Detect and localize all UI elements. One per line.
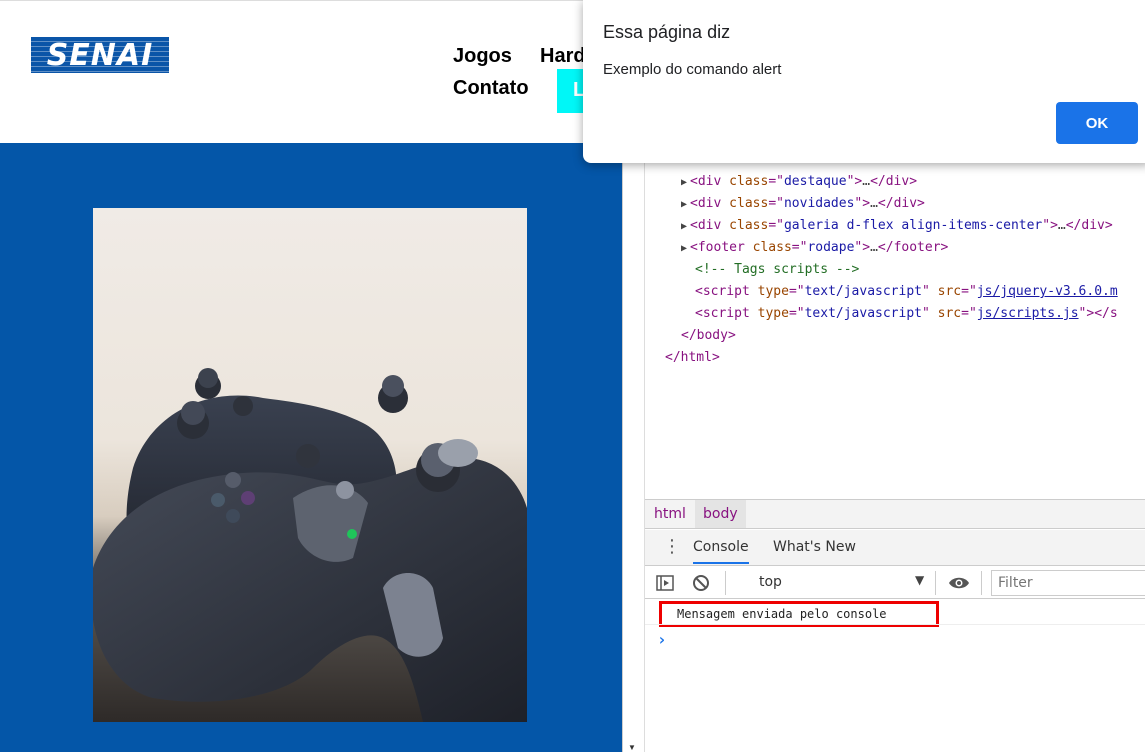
console-prompt-icon[interactable]: › (657, 630, 667, 649)
console-log: Mensagem enviada pelo console › (645, 600, 1145, 752)
nav-link-contato[interactable]: Contato (453, 77, 529, 100)
sidebar-toggle-icon[interactable] (655, 573, 675, 593)
dropdown-arrow-icon[interactable]: ▼ (915, 573, 924, 587)
alert-message: Exemplo do comando alert (603, 61, 782, 78)
tree-node-footer[interactable]: ▶ <footer class="rodape">…</footer> (681, 238, 948, 258)
tree-node-destaque[interactable]: ▶ <div class="destaque">…</div> (681, 172, 917, 192)
console-divider (645, 624, 1145, 625)
eye-icon[interactable] (948, 573, 969, 593)
hero-section (0, 143, 622, 752)
tree-close-html[interactable]: </html> (665, 348, 720, 368)
kebab-menu-icon[interactable]: ⋮ (663, 538, 681, 556)
toolbar-separator (981, 571, 982, 595)
breadcrumb: html body (645, 499, 1145, 529)
tree-comment[interactable]: <!-- Tags scripts --> (695, 260, 859, 280)
nav-link-jogos[interactable]: Jogos (453, 45, 512, 68)
console-toolbar: top ▼ (645, 567, 1145, 599)
scroll-down-icon[interactable]: ▼ (628, 743, 636, 752)
breadcrumb-body[interactable]: body (695, 500, 746, 528)
tree-node-galeria[interactable]: ▶ <div class="galeria d-flex align-items-… (681, 216, 1113, 236)
breadcrumb-html[interactable]: html (654, 506, 686, 522)
context-selector[interactable]: top (759, 574, 782, 590)
triangle-right-icon[interactable]: ▶ (681, 243, 687, 254)
tree-script-jquery[interactable]: <script type="text/javascript" src="js/j… (695, 282, 1118, 302)
logo-text: SENAI (46, 37, 154, 73)
controllers-illustration (93, 368, 527, 722)
game-controllers-photo (93, 208, 527, 722)
tree-close-body[interactable]: </body> (681, 326, 736, 346)
toolbar-separator (935, 571, 936, 595)
tree-script-scripts[interactable]: <script type="text/javascript" src="js/s… (695, 304, 1118, 324)
site-header: SENAI Jogos Hard Contato L (0, 0, 622, 143)
website-page: SENAI Jogos Hard Contato L (0, 0, 622, 752)
drawer-tabs: ⋮ Console What's New (645, 530, 1145, 566)
filter-input[interactable] (991, 570, 1145, 596)
tab-console[interactable]: Console (693, 539, 749, 564)
nav-link-hardware[interactable]: Hard (540, 45, 586, 68)
triangle-right-icon[interactable]: ▶ (681, 199, 687, 210)
triangle-right-icon[interactable]: ▶ (681, 177, 687, 188)
ok-button[interactable]: OK (1056, 102, 1138, 144)
senai-logo[interactable]: SENAI (31, 37, 169, 73)
alert-title: Essa página diz (603, 22, 731, 42)
toolbar-separator (725, 571, 726, 595)
triangle-right-icon[interactable]: ▶ (681, 221, 687, 232)
tree-node-novidades[interactable]: ▶ <div class="novidades">…</div> (681, 194, 925, 214)
tab-whats-new[interactable]: What's New (773, 539, 856, 555)
clear-console-icon[interactable] (691, 573, 711, 593)
alert-dialog: Essa página diz Exemplo do comando alert… (583, 0, 1145, 163)
